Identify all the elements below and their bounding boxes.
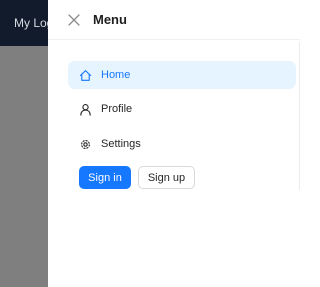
menu-item-settings[interactable]: Settings [68,130,296,158]
scrollbar[interactable] [299,42,300,190]
sign-up-button[interactable]: Sign up [138,166,195,189]
home-icon [78,68,92,82]
menu-item-home[interactable]: Home [68,61,296,89]
close-icon[interactable] [67,13,81,27]
menu-item-profile[interactable]: Profile [68,95,296,123]
menu-item-label: Profile [101,103,133,115]
menu-drawer: Menu Home Profile Settings Sign in Sign … [48,0,300,287]
user-icon [78,102,92,116]
sign-in-button[interactable]: Sign in [79,166,131,189]
drawer-header: Menu [48,0,300,40]
drawer-title: Menu [93,12,127,27]
gear-icon [78,137,92,151]
menu-item-label: Home [101,69,131,81]
menu-item-label: Settings [101,138,141,150]
